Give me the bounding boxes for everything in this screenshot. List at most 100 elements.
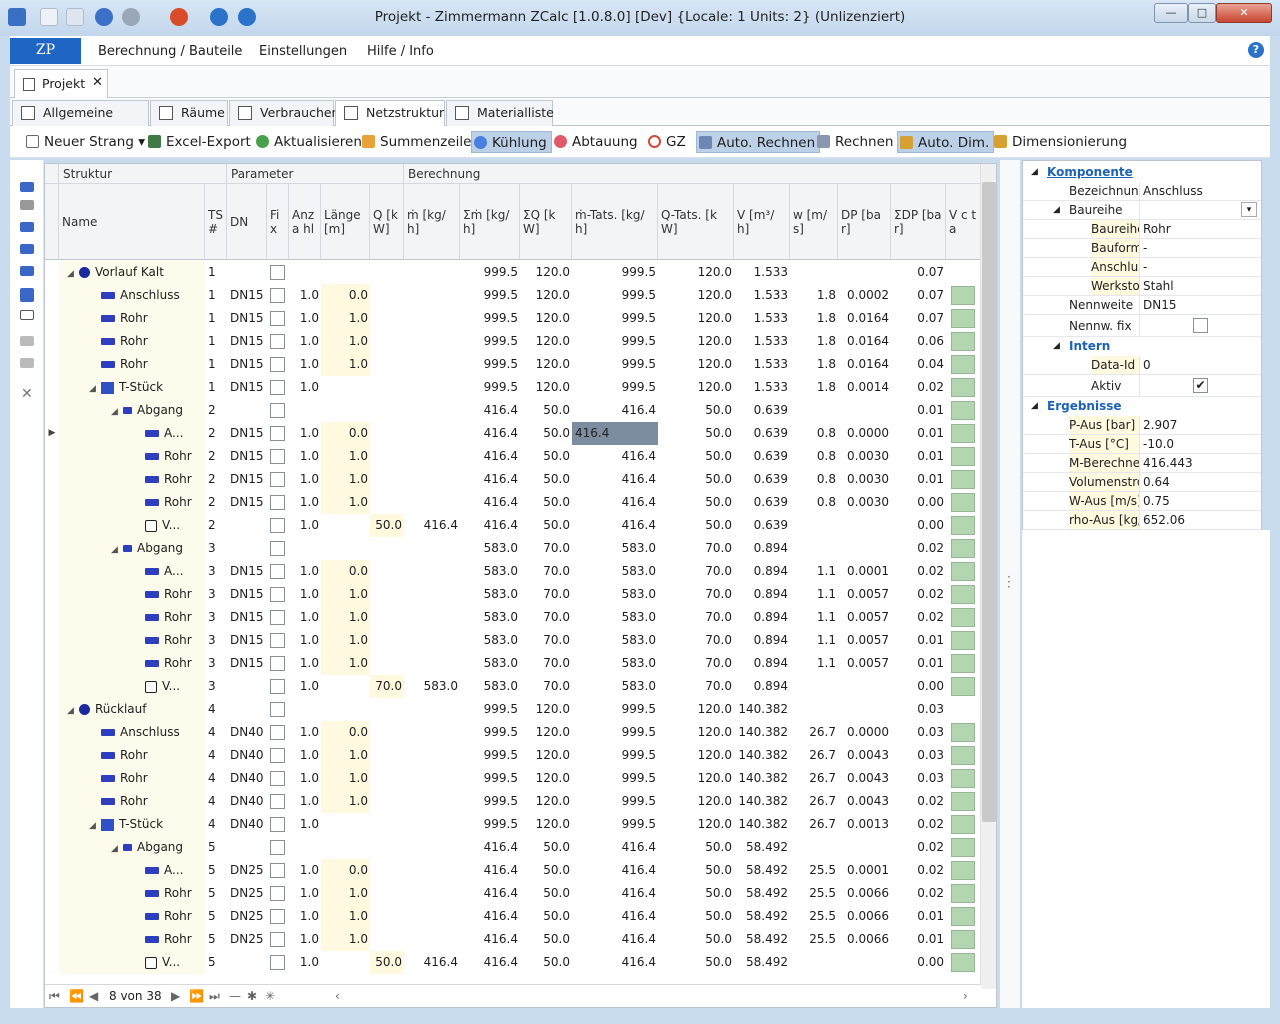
column-header-ts[interactable]: TS # (205, 184, 227, 260)
column-header-fix[interactable]: Fix (267, 184, 289, 260)
cell-sm[interactable]: 416.4 (460, 399, 520, 422)
fix-checkbox[interactable] (270, 610, 285, 625)
cell-sq[interactable]: 120.0 (520, 330, 572, 353)
dimensioning-button[interactable]: Dimensionierung (992, 131, 1127, 153)
table-row[interactable]: ◢ Abgang 2 416.4 50.0 416.4 50.0 0.639 0.01 (45, 399, 981, 422)
cell-dn[interactable]: DN25 (227, 882, 267, 905)
cell-ts[interactable]: 1 (205, 261, 227, 284)
cell-dn[interactable]: DN40 (227, 813, 267, 836)
prop-baureihe-2[interactable]: Anschluss- (1023, 258, 1261, 277)
cell-sm[interactable]: 999.5 (460, 767, 520, 790)
cell-m[interactable] (404, 491, 460, 514)
cell-m[interactable] (404, 307, 460, 330)
cell-m[interactable]: 416.4 (404, 951, 460, 974)
cell-fix[interactable] (267, 951, 289, 974)
table-row[interactable]: ◢ Abgang 5 416.4 50.0 416.4 50.0 58.492 0.02 (45, 836, 981, 859)
cell-dp[interactable]: 0.0001 (838, 859, 891, 882)
fix-checkbox[interactable] (270, 541, 285, 556)
table-row[interactable]: Rohr 3 DN15 1.0 1.0 583.0 70.0 583.0 70.0 0.894 1.… (45, 606, 981, 629)
cell-sq[interactable]: 70.0 (520, 675, 572, 698)
cell-dp[interactable]: 0.0066 (838, 928, 891, 951)
cell-sm[interactable]: 416.4 (460, 468, 520, 491)
fitting-icon[interactable] (20, 200, 34, 210)
cell-qtats[interactable]: 120.0 (658, 698, 734, 721)
cell-dp[interactable]: 0.0002 (838, 284, 891, 307)
fix-checkbox[interactable] (270, 587, 285, 602)
cell-ts[interactable]: 2 (205, 468, 227, 491)
cell-status[interactable] (946, 537, 981, 560)
cell-dn[interactable]: DN15 (227, 330, 267, 353)
panel-splitter[interactable]: · · · (1000, 160, 1020, 1008)
menu-berechnung[interactable]: Berechnung / Bauteile (98, 44, 242, 59)
cell-m[interactable] (404, 652, 460, 675)
cell-name[interactable]: Rohr (59, 744, 205, 767)
cell-laenge[interactable]: 1.0 (321, 882, 370, 905)
cell-anzahl[interactable]: 1.0 (289, 744, 321, 767)
cell-laenge[interactable] (321, 514, 370, 537)
cell-q[interactable]: 50.0 (370, 514, 404, 537)
fix-checkbox[interactable] (270, 633, 285, 648)
column-header-v[interactable]: V [m³/h] (734, 184, 790, 260)
cell-laenge[interactable] (321, 951, 370, 974)
cell-laenge[interactable] (321, 376, 370, 399)
cell-q[interactable] (370, 652, 404, 675)
expand-icon[interactable]: ◢ (111, 539, 123, 560)
result-row-0[interactable]: P-Aus [bar] 2.907 (1023, 416, 1261, 435)
prev-page-button[interactable]: ⏪ (69, 989, 84, 1003)
cell-sm[interactable]: 416.4 (460, 905, 520, 928)
cell-laenge[interactable]: 1.0 (321, 307, 370, 330)
cell-laenge[interactable]: 0.0 (321, 721, 370, 744)
cell-name[interactable]: Rohr (59, 905, 205, 928)
cell-anzahl[interactable] (289, 836, 321, 859)
column-header-anzahl[interactable]: Anza hl (289, 184, 321, 260)
cell-m[interactable] (404, 560, 460, 583)
cell-fix[interactable] (267, 445, 289, 468)
cell-mtats[interactable]: 583.0 (572, 629, 658, 652)
expand-icon[interactable]: ◢ (111, 838, 123, 859)
cell-mtats[interactable]: 999.5 (572, 307, 658, 330)
cell-sm[interactable]: 999.5 (460, 330, 520, 353)
cell-dn[interactable]: DN15 (227, 491, 267, 514)
cell-dp[interactable]: 0.0000 (838, 721, 891, 744)
cell-anzahl[interactable] (289, 698, 321, 721)
cell-name[interactable]: ◢ Abgang (59, 836, 205, 859)
column-header-q[interactable]: Q [kW] (370, 184, 404, 260)
cell-m[interactable] (404, 537, 460, 560)
cell-qtats[interactable]: 50.0 (658, 445, 734, 468)
cell-w[interactable]: 25.5 (790, 882, 838, 905)
cell-dn[interactable]: DN15 (227, 376, 267, 399)
cell-w[interactable]: 0.8 (790, 491, 838, 514)
cell-dp[interactable] (838, 836, 891, 859)
column-header-sdp[interactable]: ΣDP [bar] (891, 184, 946, 260)
cell-sm[interactable]: 999.5 (460, 307, 520, 330)
cell-dn[interactable]: DN15 (227, 422, 267, 445)
cell-fix[interactable] (267, 790, 289, 813)
table-row[interactable]: ◢ Rücklauf 4 999.5 120.0 999.5 120.0 140.382 0.0… (45, 698, 981, 721)
vertical-scrollbar[interactable] (980, 164, 996, 989)
auto-calc-toggle[interactable]: Auto. Rechnen (696, 131, 821, 153)
cell-laenge[interactable]: 1.0 (321, 445, 370, 468)
cell-mtats[interactable]: 999.5 (572, 790, 658, 813)
cell-w[interactable] (790, 399, 838, 422)
cell-mtats[interactable]: 999.5 (572, 330, 658, 353)
next-record-button[interactable]: ▶ (171, 989, 180, 1003)
cell-m[interactable] (404, 629, 460, 652)
new-strand-button[interactable]: Neuer Strang ▾ (24, 131, 145, 153)
fix-checkbox[interactable] (270, 771, 285, 786)
cell-q[interactable] (370, 606, 404, 629)
cell-sq[interactable]: 70.0 (520, 652, 572, 675)
cell-status[interactable] (946, 882, 981, 905)
cell-w[interactable]: 1.1 (790, 583, 838, 606)
cell-fix[interactable] (267, 813, 289, 836)
cell-w[interactable]: 1.8 (790, 376, 838, 399)
table-row[interactable]: Rohr 2 DN15 1.0 1.0 416.4 50.0 416.4 50.0 0.639 0.… (45, 468, 981, 491)
hscroll-right-button[interactable]: › (963, 989, 968, 1003)
cell-mtats[interactable]: 416.4 (572, 905, 658, 928)
table-row[interactable]: ◢ Vorlauf Kalt 1 999.5 120.0 999.5 120.0 1.533 0… (45, 261, 981, 284)
cell-v[interactable]: 58.492 (734, 882, 790, 905)
cell-fix[interactable] (267, 399, 289, 422)
cell-v[interactable]: 0.894 (734, 583, 790, 606)
cell-dp[interactable]: 0.0013 (838, 813, 891, 836)
cell-dp[interactable] (838, 698, 891, 721)
cell-qtats[interactable]: 50.0 (658, 514, 734, 537)
